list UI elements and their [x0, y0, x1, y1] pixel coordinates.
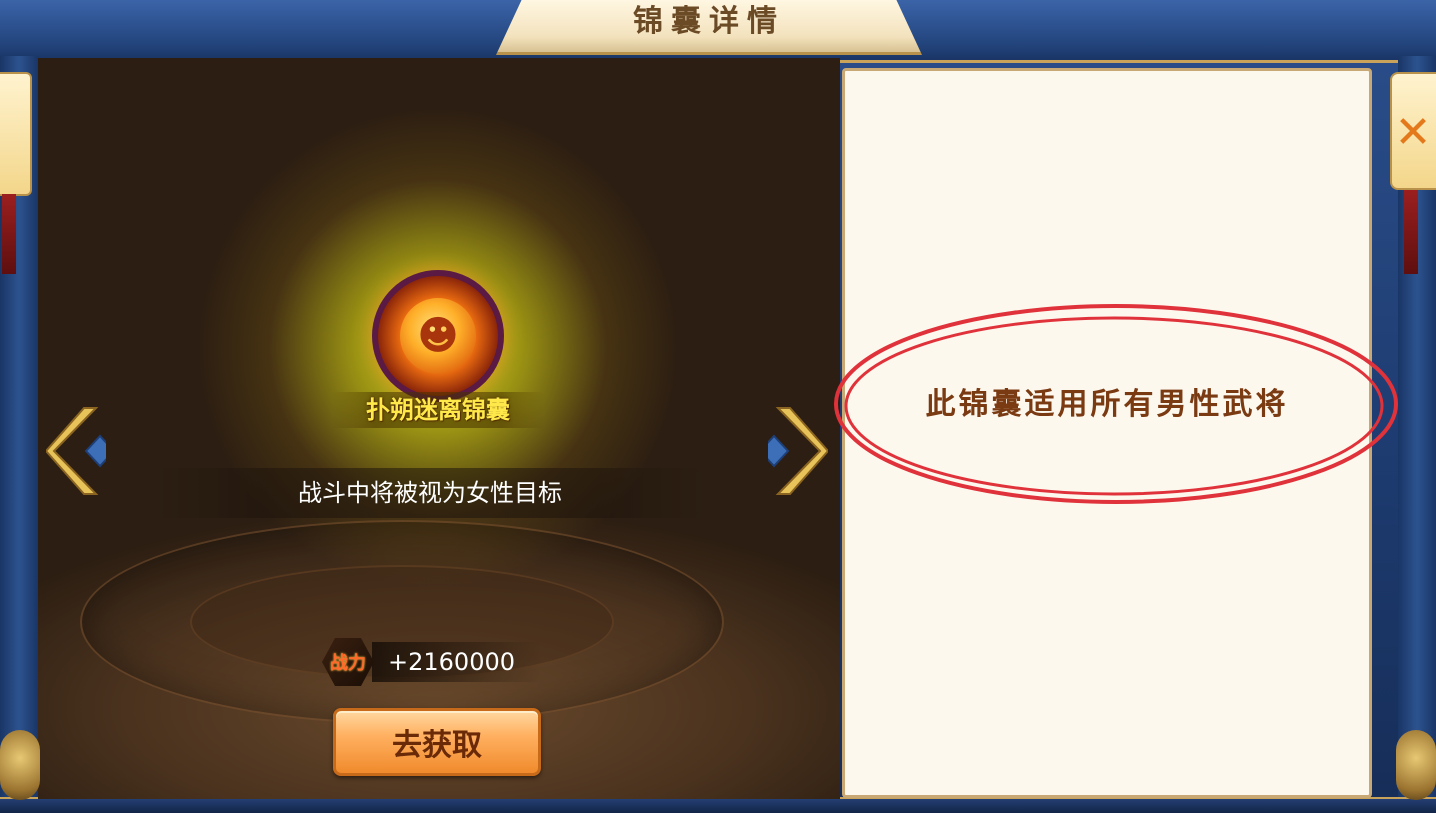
get-item-button-label: 去获取: [392, 728, 482, 763]
tassel-left-decoration: [2, 194, 16, 274]
frame-bottom-trim: [0, 797, 1436, 813]
info-card: [842, 68, 1372, 798]
applicability-text: 此锦囊适用所有男性武将: [925, 387, 1289, 422]
game-dialog: 锦囊详情 ✕ ☻ 扑朔迷离锦囊 战斗中将被视为女性目标 战力 +2160000 …: [0, 0, 1436, 813]
power-value: +2160000: [388, 648, 515, 676]
dialog-title: 锦囊详情: [633, 4, 785, 39]
item-name: 扑朔迷离锦囊: [366, 396, 510, 424]
get-item-button[interactable]: 去获取: [333, 708, 541, 776]
close-button[interactable]: ✕: [1390, 104, 1436, 160]
item-description: 战斗中将被视为女性目标: [298, 479, 562, 507]
tassel-right-decoration: [1404, 190, 1418, 274]
arrow-left-icon[interactable]: [46, 406, 106, 496]
warrior-face-icon: ☻: [417, 313, 459, 359]
power-badge-label: 战力: [330, 653, 366, 674]
lantern-left-decoration: [0, 72, 32, 196]
corner-ornament-left: [0, 730, 40, 800]
close-icon: ✕: [1394, 106, 1432, 158]
corner-ornament-right: [1396, 730, 1436, 800]
arrow-right-icon[interactable]: [768, 406, 828, 496]
